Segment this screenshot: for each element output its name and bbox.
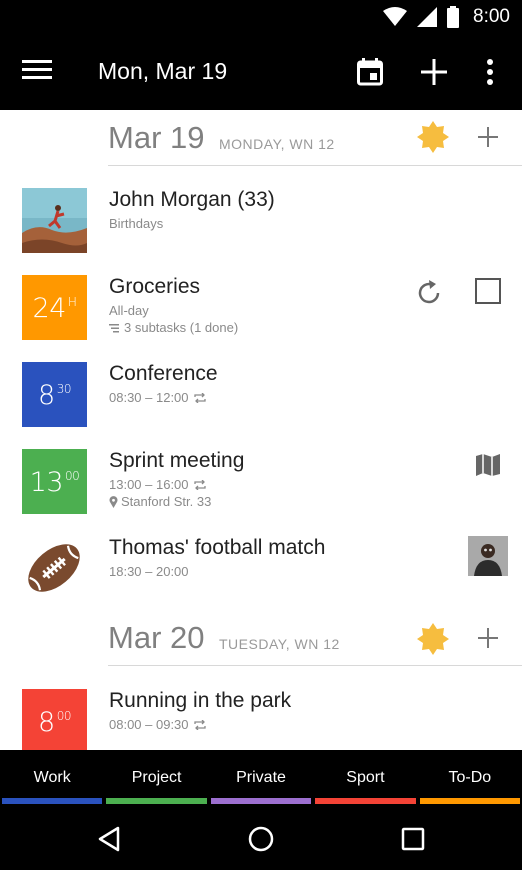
event-row[interactable]: 8 00 Running in the park 08:00 – 09:30 (0, 689, 522, 750)
time-tile: 24 H (22, 275, 87, 340)
day-header: Mar 19 MONDAY, WN 12 (108, 110, 522, 166)
attendee-photo[interactable] (468, 536, 508, 576)
home-icon[interactable] (244, 822, 278, 856)
calendar-today-icon[interactable] (352, 54, 388, 90)
day-subtitle: MONDAY, WN 12 (219, 136, 335, 152)
menu-icon[interactable] (22, 60, 52, 86)
event-time: All-day (109, 303, 149, 318)
repeat-icon (193, 719, 206, 730)
event-time: 08:30 – 12:00 (109, 390, 206, 405)
category-color-bar (210, 798, 312, 804)
category-tabs: Work Project Private Sport To-Do (0, 750, 522, 806)
event-subtasks: 3 subtasks (1 done) (109, 320, 238, 335)
back-icon[interactable] (92, 822, 126, 856)
tab-sport[interactable]: Sport (313, 750, 417, 806)
location-pin-icon (109, 495, 118, 508)
day-date: Mar 19 (108, 120, 205, 155)
day-subtitle: TUESDAY, WN 12 (219, 636, 340, 652)
app-title[interactable]: Mon, Mar 19 (98, 58, 227, 85)
tab-todo[interactable]: To-Do (418, 750, 522, 806)
event-row[interactable]: 8 30 Conference 08:30 – 12:00 (0, 362, 522, 449)
category-color-bar (419, 798, 521, 804)
battery-icon (447, 6, 460, 28)
event-row[interactable]: 24 H Groceries All-day 3 subtasks (1 done… (0, 275, 522, 362)
sun-icon (417, 623, 449, 655)
category-color-bar (106, 798, 207, 804)
map-icon[interactable] (475, 453, 501, 482)
contact-photo (22, 188, 87, 253)
repeat-icon (193, 392, 206, 403)
category-color-bar (2, 798, 103, 804)
more-vert-icon[interactable] (472, 54, 508, 90)
event-title: Groceries (109, 275, 201, 298)
football-icon (28, 544, 80, 592)
event-calendar: Birthdays (109, 216, 164, 231)
checkbox-icon[interactable] (475, 278, 501, 309)
add-event-button[interactable] (473, 122, 503, 152)
event-row[interactable]: John Morgan (33) Birthdays (0, 188, 522, 275)
event-row[interactable]: 13 00 Sprint meeting 13:00 – 16:00 Stanfo… (0, 449, 522, 536)
event-title: Conference (109, 362, 218, 385)
category-color-bar (315, 798, 416, 804)
refresh-icon[interactable] (414, 278, 444, 313)
tab-private[interactable]: Private (209, 750, 313, 806)
status-bar: 8:00 (0, 0, 522, 36)
agenda-list[interactable]: Mar 19 MONDAY, WN 12 John Morgan (33) Bi… (0, 110, 522, 750)
event-location: Stanford Str. 33 (109, 494, 211, 509)
day-date: Mar 20 (108, 620, 205, 655)
time-tile: 8 00 (22, 689, 87, 750)
time-tile: 8 30 (22, 362, 87, 427)
event-title: Sprint meeting (109, 449, 245, 472)
add-event-button[interactable] (473, 623, 503, 653)
event-time: 13:00 – 16:00 (109, 477, 206, 492)
app-bar: Mon, Mar 19 (0, 36, 522, 110)
event-title: John Morgan (33) (109, 188, 275, 211)
add-icon[interactable] (416, 54, 452, 90)
tab-project[interactable]: Project (104, 750, 208, 806)
subtasks-icon (109, 323, 119, 332)
wifi-icon (383, 7, 408, 26)
sun-icon (417, 121, 449, 153)
time-tile: 13 00 (22, 449, 87, 514)
system-nav-bar (0, 806, 522, 870)
event-title: Thomas' football match (109, 536, 326, 559)
recents-icon[interactable] (396, 822, 430, 856)
event-time: 08:00 – 09:30 (109, 717, 206, 732)
status-time: 8:00 (473, 6, 510, 27)
tab-work[interactable]: Work (0, 750, 104, 806)
repeat-icon (193, 479, 206, 490)
day-header: Mar 20 TUESDAY, WN 12 (108, 610, 522, 666)
event-time: 18:30 – 20:00 (109, 564, 189, 579)
status-icons: 8:00 (383, 6, 510, 28)
signal-icon (417, 7, 438, 27)
event-title: Running in the park (109, 689, 292, 712)
